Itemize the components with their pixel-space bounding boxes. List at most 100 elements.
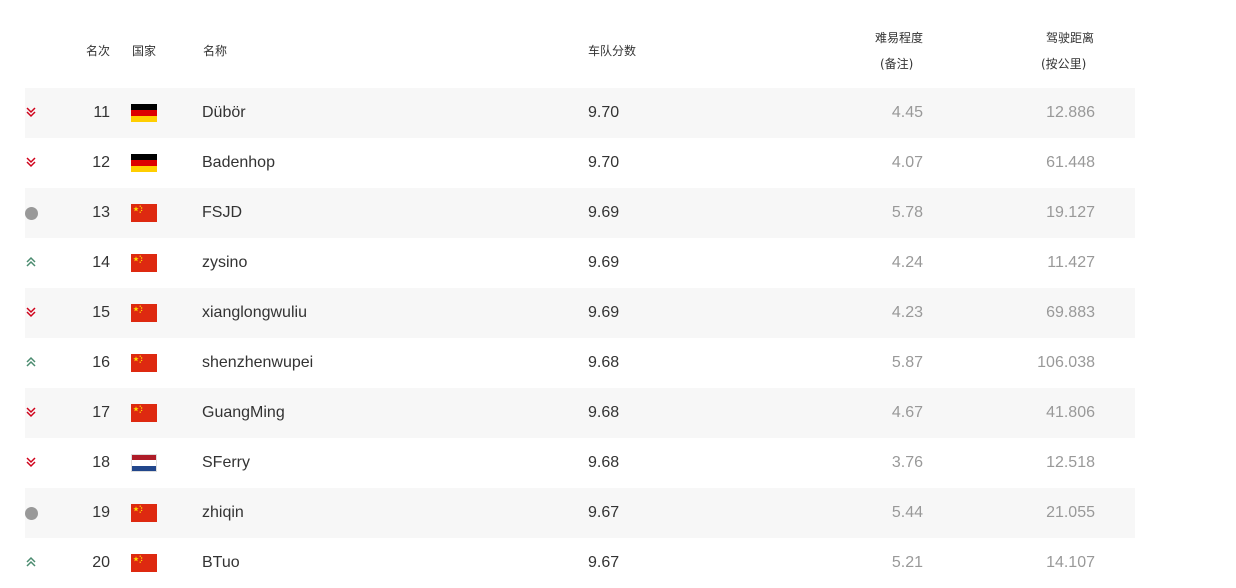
table-row[interactable]: 16 shenzhenwupei 9.68 5.87 106.038 (25, 338, 1135, 388)
trend-cell (25, 156, 39, 170)
team-score: 9.70 (588, 104, 620, 121)
trend-cell (25, 106, 39, 120)
difficulty-value: 5.44 (891, 504, 923, 521)
trend-cell (25, 356, 39, 370)
difficulty-value: 4.24 (891, 254, 923, 271)
table-row[interactable]: 20 BTuo 9.67 5.21 14.107 (25, 538, 1135, 588)
difficulty-value: 5.87 (891, 354, 923, 371)
distance-value: 19.127 (1046, 204, 1095, 221)
rank-cell: 16 (92, 354, 110, 371)
header-difficulty-note: (备注) (880, 57, 914, 71)
germany-flag-icon (131, 154, 157, 172)
trend-up-icon (25, 556, 39, 568)
trend-down-icon (25, 106, 39, 118)
table-row[interactable]: 14 zysino 9.69 4.24 11.427 (25, 238, 1135, 288)
team-name[interactable]: GuangMing (202, 388, 285, 438)
distance-value: 41.806 (1046, 404, 1095, 421)
team-name[interactable]: FSJD (202, 188, 242, 238)
ranking-table: 名次 国家 名称 车队分数 难易程度 (备注) 驾驶距离 (按公里) 11 Düb… (25, 0, 1135, 572)
china-flag-icon (131, 404, 157, 422)
trend-cell (25, 306, 39, 320)
distance-value: 69.883 (1046, 304, 1095, 321)
rank-cell: 18 (92, 454, 110, 471)
table-row[interactable]: 18 SFerry 9.68 3.76 12.518 (25, 438, 1135, 488)
team-score: 9.70 (588, 154, 620, 171)
trend-down-icon (25, 306, 39, 318)
table-body: 11 Dübör 9.70 4.45 12.886 12 Badenhop 9.70 4.07 6… (25, 88, 1135, 588)
china-flag-icon (131, 254, 157, 272)
team-name[interactable]: zhiqin (202, 488, 244, 538)
team-score: 9.67 (588, 554, 620, 571)
trend-cell (25, 206, 39, 220)
team-score: 9.68 (588, 454, 620, 471)
difficulty-value: 5.78 (891, 204, 923, 221)
team-score: 9.68 (588, 354, 620, 371)
netherlands-flag-icon (131, 454, 157, 472)
table-row[interactable]: 12 Badenhop 9.70 4.07 61.448 (25, 138, 1135, 188)
table-row[interactable]: 19 zhiqin 9.67 5.44 21.055 (25, 488, 1135, 538)
rank-cell: 14 (92, 254, 110, 271)
trend-unchanged-icon (25, 507, 38, 520)
rank-cell: 17 (92, 404, 110, 421)
difficulty-value: 4.23 (891, 304, 923, 321)
distance-value: 21.055 (1046, 504, 1095, 521)
team-name[interactable]: shenzhenwupei (202, 338, 313, 388)
difficulty-value: 5.21 (891, 554, 923, 571)
trend-cell (25, 456, 39, 470)
china-flag-icon (131, 204, 157, 222)
team-score: 9.69 (588, 304, 620, 321)
trend-up-icon (25, 356, 39, 368)
team-name[interactable]: Badenhop (202, 138, 275, 188)
team-score: 9.69 (588, 204, 620, 221)
header-score: 车队分数 (588, 44, 637, 58)
header-distance: 驾驶距离 (1046, 31, 1095, 45)
difficulty-value: 4.07 (891, 154, 923, 171)
trend-cell (25, 506, 39, 520)
distance-value: 12.886 (1046, 104, 1095, 121)
team-name[interactable]: BTuo (202, 538, 240, 588)
team-name[interactable]: xianglongwuliu (202, 288, 307, 338)
trend-cell (25, 406, 39, 420)
rank-cell: 19 (92, 504, 110, 521)
trend-down-icon (25, 156, 39, 168)
header-rank: 名次 (86, 44, 111, 58)
header-name: 名称 (203, 44, 228, 58)
team-score: 9.68 (588, 404, 620, 421)
rank-cell: 13 (92, 204, 110, 221)
table-row[interactable]: 11 Dübör 9.70 4.45 12.886 (25, 88, 1135, 138)
team-name[interactable]: SFerry (202, 438, 250, 488)
trend-cell (25, 256, 39, 270)
trend-down-icon (25, 456, 39, 468)
team-name[interactable]: zysino (202, 238, 247, 288)
rank-cell: 11 (93, 104, 110, 121)
distance-value: 106.038 (1037, 354, 1095, 371)
distance-value: 14.107 (1046, 554, 1095, 571)
header-country: 国家 (132, 44, 157, 58)
table-row[interactable]: 15 xianglongwuliu 9.69 4.23 69.883 (25, 288, 1135, 338)
trend-unchanged-icon (25, 207, 38, 220)
difficulty-value: 3.76 (891, 454, 923, 471)
table-row[interactable]: 17 GuangMing 9.68 4.67 41.806 (25, 388, 1135, 438)
team-name[interactable]: Dübör (202, 88, 246, 138)
distance-value: 11.427 (1047, 254, 1095, 271)
china-flag-icon (131, 354, 157, 372)
header-difficulty: 难易程度 (875, 31, 924, 45)
team-score: 9.67 (588, 504, 620, 521)
distance-value: 61.448 (1046, 154, 1095, 171)
rank-cell: 15 (92, 304, 110, 321)
team-score: 9.69 (588, 254, 620, 271)
difficulty-value: 4.67 (891, 404, 923, 421)
trend-cell (25, 556, 39, 570)
table-row[interactable]: 13 FSJD 9.69 5.78 19.127 (25, 188, 1135, 238)
germany-flag-icon (131, 104, 157, 122)
difficulty-value: 4.45 (891, 104, 923, 121)
header-distance-unit: (按公里) (1041, 57, 1087, 71)
rank-cell: 20 (92, 554, 110, 571)
table-header: 名次 国家 名称 车队分数 难易程度 (备注) 驾驶距离 (按公里) (25, 0, 1135, 88)
rank-cell: 12 (92, 154, 110, 171)
distance-value: 12.518 (1046, 454, 1095, 471)
china-flag-icon (131, 304, 157, 322)
china-flag-icon (131, 554, 157, 572)
china-flag-icon (131, 504, 157, 522)
trend-up-icon (25, 256, 39, 268)
